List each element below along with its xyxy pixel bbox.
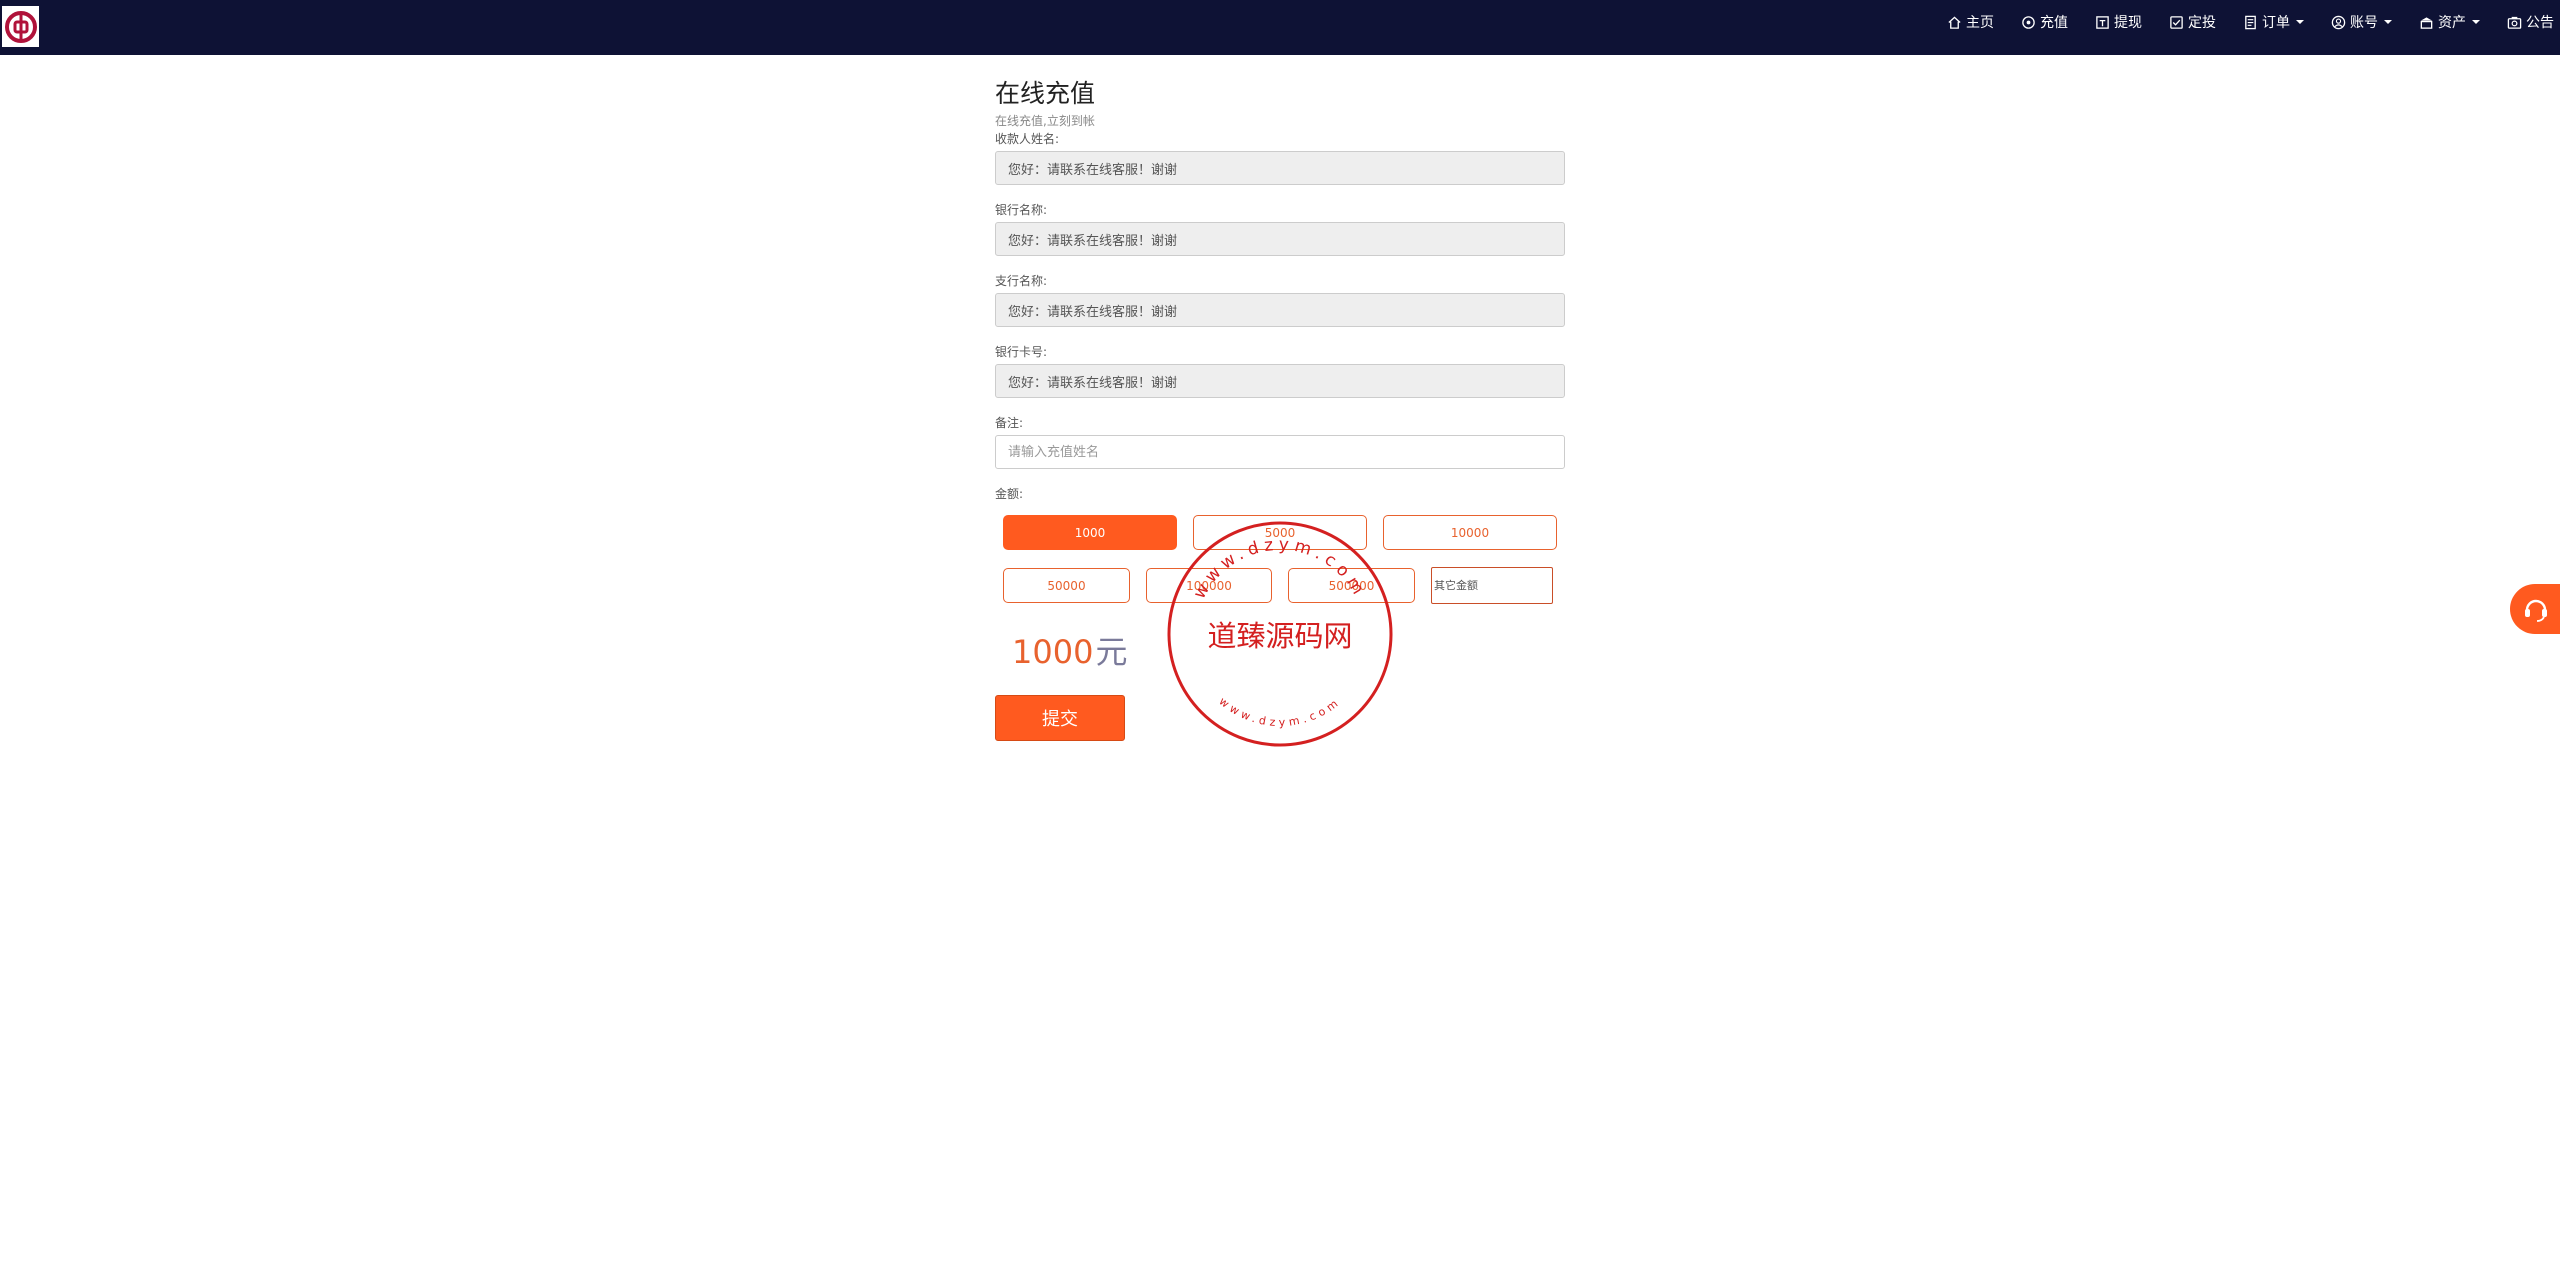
top-navbar: 主页 充值 提现 定投 订单 账号 资产 公告 [0,0,2560,55]
watermark-stamp: www.dzym.com 道臻源码网 www.dzym.com [1167,521,1393,747]
nav-item-notice[interactable]: 公告 [2507,12,2554,32]
amount-option-10000[interactable]: 10000 [1383,515,1557,550]
amount-option-500000[interactable]: 500000 [1288,568,1415,603]
remark-label: 备注: [995,416,1024,430]
nav-item-label: 资产 [2438,15,2466,31]
bank-name-label: 银行名称: [995,203,1048,217]
bank-logo-icon [4,10,37,43]
card-number-field[interactable] [995,364,1565,398]
nav-menu: 主页 充值 提现 定投 订单 账号 资产 公告 [1920,0,2554,44]
nav-item-home[interactable]: 主页 [1947,12,1994,32]
chevron-down-icon [2472,20,2480,24]
amount-option-1000[interactable]: 1000 [1003,515,1177,550]
wallet-icon [2420,16,2433,29]
payee-name-label: 收款人姓名: [995,132,1060,146]
branch-name-field[interactable] [995,293,1565,327]
user-icon [2331,15,2346,29]
home-icon [1948,15,1961,29]
nav-item-label: 公告 [2526,15,2554,31]
customer-service-tab[interactable] [2510,584,2560,634]
submit-button[interactable]: 提交 [995,695,1125,741]
checkbox-icon [2170,15,2183,29]
nav-item-assets[interactable]: 资产 [2419,12,2480,32]
other-amount-input[interactable] [1431,567,1553,604]
payee-name-field[interactable] [995,151,1565,185]
withdraw-icon [2096,15,2109,29]
watermark-text: 道臻源码网 [1207,619,1352,653]
page-subtitle: 在线充值,立刻到帐 [995,114,1095,128]
amount-label: 金额: [995,487,1024,501]
amount-option-50000[interactable]: 50000 [1003,568,1130,603]
remark-input[interactable] [995,435,1565,469]
nav-item-label: 主页 [1966,15,1994,31]
chevron-down-icon [2296,20,2304,24]
total-amount-value: 1000 [1012,633,1094,671]
nav-item-recharge[interactable]: 充值 [2021,12,2068,32]
nav-item-invest[interactable]: 定投 [2169,12,2216,32]
total-amount-unit: 元 [1095,633,1128,671]
nav-item-label: 订单 [2262,15,2290,31]
nav-item-label: 提现 [2114,15,2142,31]
nav-item-account[interactable]: 账号 [2331,12,2392,32]
card-number-label: 银行卡号: [995,345,1048,359]
bank-name-field[interactable] [995,222,1565,256]
amount-option-100000[interactable]: 100000 [1146,568,1272,603]
recharge-icon [2022,15,2035,29]
bank-logo[interactable] [2,6,39,47]
nav-item-label: 充值 [2040,15,2068,31]
chevron-down-icon [2384,20,2392,24]
nav-item-label: 账号 [2350,15,2378,31]
watermark-url-bottom: www.dzym.com [1217,695,1344,729]
camera-icon [2507,16,2522,29]
total-amount: 1000 元 [1012,627,1127,673]
amount-option-5000[interactable]: 5000 [1193,515,1367,550]
watermark-url-bottom-path: www.dzym.com [1217,695,1340,729]
nav-item-label: 定投 [2188,15,2216,31]
document-icon [2245,15,2256,29]
nav-item-withdraw[interactable]: 提现 [2095,12,2142,32]
page-title: 在线充值 [995,79,1096,108]
branch-name-label: 支行名称: [995,274,1048,288]
nav-item-orders[interactable]: 订单 [2243,12,2304,32]
headset-icon [2525,599,2547,622]
